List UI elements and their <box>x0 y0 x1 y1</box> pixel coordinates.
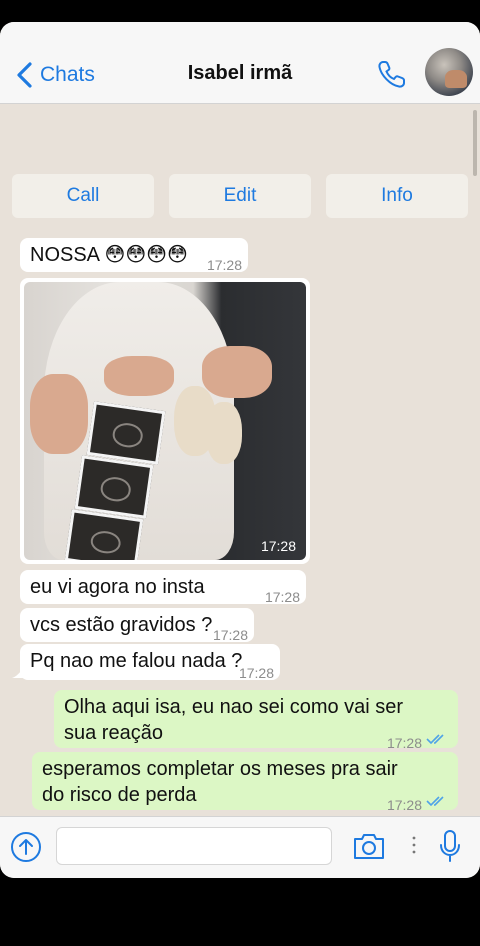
photo-hand-shape <box>104 356 174 396</box>
call-button[interactable]: Call <box>12 174 154 218</box>
ultrasound-image <box>86 401 166 465</box>
camera-icon[interactable] <box>352 831 386 861</box>
mic-icon[interactable] <box>438 829 462 863</box>
message-time: 17:28 <box>260 538 296 554</box>
pregnancy-photo: 17:28 <box>24 282 306 560</box>
back-button[interactable]: Chats <box>14 60 95 90</box>
ultrasound-image <box>74 455 154 519</box>
message-text: NOSSA 😳😳😳😳 <box>30 244 188 266</box>
message-text: vcs estão gravidos ? <box>30 614 213 636</box>
phone-icon[interactable] <box>376 58 408 90</box>
message-incoming[interactable]: vcs estão gravidos ? 17:28 <box>20 608 254 643</box>
chat-header: Chats Isabel irmã <box>0 22 480 104</box>
photo-hand-shape <box>202 346 272 398</box>
info-button[interactable]: Info <box>326 174 468 218</box>
message-line: Olha aqui isa, eu nao sei como vai ser <box>64 696 404 718</box>
message-line: sua reação <box>64 722 163 744</box>
message-time: 17:28 <box>206 257 242 273</box>
photo-hand-shape <box>30 374 88 454</box>
message-incoming[interactable]: Pq nao me falou nada ? 17:28 <box>20 644 280 681</box>
message-incoming[interactable]: eu vi agora no insta 17:28 <box>20 570 306 605</box>
message-time: 17:28 <box>238 665 274 681</box>
scroll-indicator <box>473 110 477 176</box>
avatar[interactable] <box>425 48 473 96</box>
message-line: do risco de perda <box>42 784 197 806</box>
message-outgoing[interactable]: esperamos completar os meses pra sair do… <box>32 752 458 813</box>
double-check-icon <box>426 734 444 745</box>
chevron-left-icon <box>17 62 32 88</box>
chat-screen: Chats Isabel irmã Call Edit Info NOSSA 😳… <box>0 22 480 878</box>
ultrasound-image <box>64 509 144 560</box>
message-time: 17:28 <box>386 797 422 813</box>
edit-button[interactable]: Edit <box>169 174 311 218</box>
composer-bar <box>0 816 480 878</box>
message-time: 17:28 <box>264 589 300 605</box>
message-input[interactable] <box>56 827 332 865</box>
message-outgoing[interactable]: Olha aqui isa, eu nao sei como vai ser s… <box>54 690 458 751</box>
attach-icon[interactable] <box>10 831 42 863</box>
more-icon[interactable] <box>408 833 420 857</box>
back-label: Chats <box>40 63 95 86</box>
baby-shoe <box>206 402 242 464</box>
message-incoming[interactable]: NOSSA 😳😳😳😳 17:28 <box>20 238 248 273</box>
message-line: esperamos completar os meses pra sair <box>42 758 398 780</box>
photo-message[interactable]: 17:28 <box>20 278 310 564</box>
message-text: eu vi agora no insta <box>30 576 205 598</box>
double-check-icon <box>426 796 444 807</box>
message-text: Pq nao me falou nada ? <box>30 650 243 672</box>
